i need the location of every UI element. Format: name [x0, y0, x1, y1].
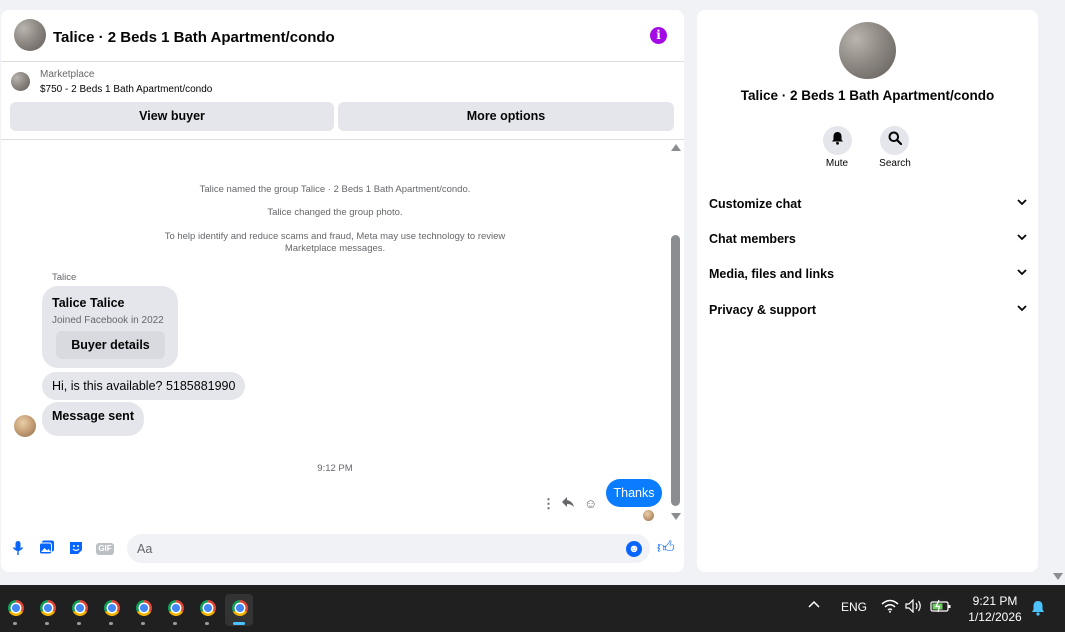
sender-name: Talice [52, 272, 77, 283]
section-privacy-support[interactable]: Privacy & support [709, 303, 1027, 323]
chrome-taskbar-button[interactable] [129, 594, 157, 626]
chrome-taskbar-button[interactable] [193, 594, 221, 626]
notification-bell-icon[interactable] [1031, 600, 1045, 619]
chrome-taskbar-button-active[interactable] [225, 594, 253, 626]
chrome-taskbar-button[interactable] [1, 594, 29, 626]
photo-icon[interactable] [38, 540, 56, 558]
gif-icon[interactable]: GIF [96, 540, 114, 558]
section-chat-members[interactable]: Chat members [709, 232, 1027, 252]
bell-icon[interactable] [823, 126, 852, 155]
scrollbar-thumb[interactable] [671, 235, 680, 506]
section-label: Customize chat [709, 197, 802, 211]
section-customize-chat[interactable]: Customize chat [709, 197, 1027, 217]
system-message: To help identify and reduce scams and fr… [164, 231, 506, 242]
page-scroll-down-icon[interactable] [1053, 573, 1063, 580]
clock-date: 1/12/2026 [968, 610, 1022, 624]
view-buyer-button[interactable]: View buyer [10, 102, 334, 131]
buyer-name: Talice Talice [52, 296, 125, 310]
chrome-icon [8, 600, 24, 616]
chevron-down-icon [1017, 232, 1027, 244]
section-label: Privacy & support [709, 303, 816, 317]
scroll-down-icon[interactable] [671, 513, 681, 520]
taskbar: ENG 9:21 PM 1/12/2026 [0, 585, 1065, 632]
chrome-icon [168, 600, 184, 616]
group-avatar[interactable] [14, 19, 46, 51]
volume-icon[interactable] [905, 598, 923, 616]
details-panel: Talice · 2 Beds 1 Bath Apartment/condo M… [697, 10, 1038, 572]
marketplace-label: Marketplace [40, 69, 95, 80]
chrome-icon [200, 600, 216, 616]
scroll-up-icon[interactable] [671, 144, 681, 151]
message-input[interactable] [127, 534, 650, 563]
chevron-down-icon [1017, 267, 1027, 279]
chat-title[interactable]: Talice · 2 Beds 1 Bath Apartment/condo [53, 29, 335, 46]
system-message: Talice named the group Talice · 2 Beds 1… [199, 184, 471, 195]
chat-header: Talice · 2 Beds 1 Bath Apartment/condo i [1, 10, 684, 62]
message-composer: GIF ☻ 👍︎ [1, 530, 684, 572]
battery-charging-icon[interactable] [930, 599, 952, 616]
info-icon[interactable]: i [650, 27, 667, 44]
clock-time: 9:21 PM [972, 594, 1018, 608]
incoming-message[interactable]: Hi, is this available? 5185881990 [42, 372, 246, 400]
section-label: Chat members [709, 232, 796, 246]
details-title: Talice · 2 Beds 1 Bath Apartment/condo [740, 88, 995, 103]
chevron-down-icon [1017, 197, 1027, 209]
buyer-card: Talice Talice Joined Facebook in 2022 Bu… [42, 286, 178, 368]
chrome-taskbar-button[interactable] [33, 594, 61, 626]
chrome-taskbar-button[interactable] [161, 594, 189, 626]
section-media-files-links[interactable]: Media, files and links [709, 267, 1027, 287]
chrome-taskbar-button[interactable] [65, 594, 93, 626]
listing-title[interactable]: $750 - 2 Beds 1 Bath Apartment/condo [40, 84, 212, 95]
wifi-icon[interactable] [881, 599, 899, 616]
group-avatar-large[interactable] [839, 22, 896, 79]
read-receipt-avatar [643, 510, 654, 521]
chrome-icon [232, 600, 248, 616]
language-indicator[interactable]: ENG [841, 600, 867, 614]
system-message: Marketplace messages. [284, 243, 386, 254]
listing-thumbnail[interactable] [11, 72, 30, 91]
chevron-up-icon[interactable] [808, 597, 820, 611]
mute-label[interactable]: Mute [807, 158, 867, 169]
more-options-button[interactable]: More options [338, 102, 674, 131]
more-icon[interactable]: ⋮ [542, 496, 555, 512]
buyer-details-button[interactable]: Buyer details [56, 331, 165, 359]
gif-label: GIF [96, 543, 114, 555]
chrome-icon [40, 600, 56, 616]
incoming-message[interactable]: Message sent [42, 402, 144, 436]
react-icon[interactable]: ☺ [584, 496, 597, 511]
section-label: Media, files and links [709, 267, 835, 281]
marketplace-banner: Marketplace $750 - 2 Beds 1 Bath Apartme… [1, 62, 684, 140]
chat-panel: Talice · 2 Beds 1 Bath Apartment/condo i… [1, 10, 684, 572]
system-clock[interactable]: 9:21 PM 1/12/2026 [960, 593, 1030, 625]
search-label[interactable]: Search [865, 158, 925, 169]
chrome-icon [104, 600, 120, 616]
reply-icon[interactable] [561, 496, 575, 511]
search-icon[interactable] [880, 126, 909, 155]
sender-avatar[interactable] [14, 415, 36, 437]
microphone-icon[interactable] [9, 540, 27, 558]
thumbs-up-icon[interactable]: 👍︎ [657, 537, 675, 558]
system-message: Talice changed the group photo. [267, 207, 403, 218]
sticker-icon[interactable] [67, 540, 85, 558]
chevron-down-icon [1017, 303, 1027, 315]
chrome-taskbar-button[interactable] [97, 594, 125, 626]
message-timestamp: 9:12 PM [317, 463, 353, 474]
buyer-joined: Joined Facebook in 2022 [52, 315, 164, 326]
chrome-icon [136, 600, 152, 616]
chrome-icon [72, 600, 88, 616]
outgoing-message[interactable]: Thanks [606, 479, 662, 507]
emoji-icon[interactable]: ☻ [626, 541, 642, 557]
